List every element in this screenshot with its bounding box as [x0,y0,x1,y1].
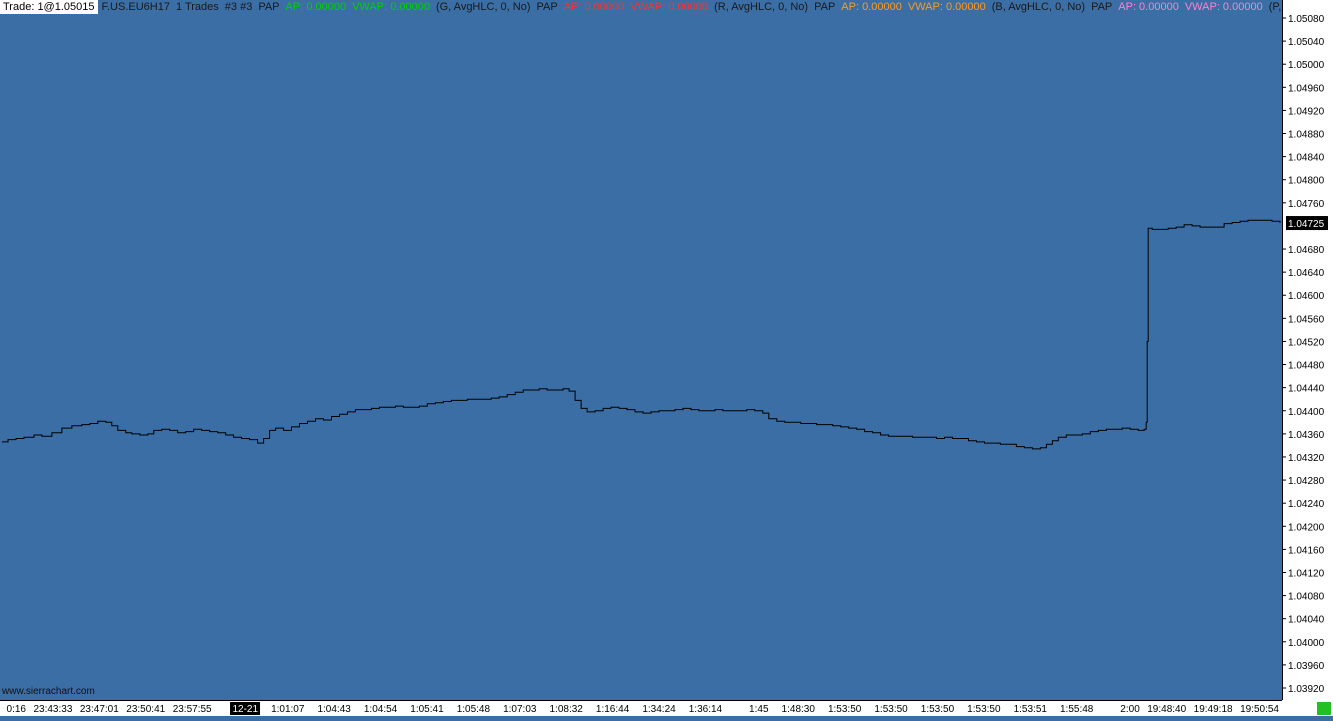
price-tick-label: 1.04080 [1288,592,1325,603]
last-price-label: 1.04725 [1288,219,1325,230]
time-tick-label: 1:04:43 [317,704,351,715]
price-tick-label: 1.03960 [1288,661,1325,672]
time-tick-label: 1:08:32 [550,704,584,715]
trade-label: Trade: 1@1.05015 [0,0,98,14]
time-tick-label: 1:45 [749,704,769,715]
time-axis-scale: 0:16 23:43:33 23:47:01 23:50:41 23:57:55 12-2… [0,700,1331,715]
price-tick-label: 1.04040 [1288,615,1325,626]
time-tick-label: 2:00 [1120,704,1140,715]
price-tick-label: 1.04200 [1288,522,1325,533]
time-tick-label: 1:16:44 [596,704,630,715]
time-tick-label: 1:53:50 [828,704,862,715]
time-axis[interactable]: 0:16 23:43:33 23:47:01 23:50:41 23:57:55 12-2… [0,700,1333,716]
price-series-line-0 [2,219,1281,450]
time-tick-label: 19:50:54 [1240,704,1279,715]
price-tick-label: 1.04400 [1288,407,1325,418]
chart-id: #3 #3 [224,1,253,13]
time-tick-label: 1:53:51 [1014,704,1048,715]
time-tick-label: 19:48:40 [1147,704,1186,715]
time-tick-label: 1:55:48 [1060,704,1094,715]
study-labels: PAP AP: 0.00000 VWAP: 0.00000 (G, AvgHLC, 0… [258,1,1282,13]
time-tick-label: 1:53:50 [874,704,908,715]
study-item-1: AP: 0.00000 [285,1,347,13]
price-tick-label: 1.04320 [1288,453,1325,464]
time-tick-label: 1:34:24 [642,704,676,715]
price-chart[interactable] [0,0,1282,700]
study-item-9: AP: 0.00000 [841,1,902,13]
price-tick-label: 1.04760 [1288,199,1325,210]
status-indicator [1317,702,1331,715]
price-tick-label: 1.04560 [1288,314,1325,325]
price-tick-label: 1.04840 [1288,153,1325,164]
price-tick-label: 1.04360 [1288,430,1325,441]
time-tick-label: 1:05:48 [457,704,491,715]
study-item-0: PAP [258,1,280,13]
study-item-7: (R, AvgHLC, 0, No) [714,1,809,13]
price-tick-label: 1.04160 [1288,545,1325,556]
time-tick-label: 23:50:41 [126,704,165,715]
price-tick-label: 1.04920 [1288,106,1325,117]
chart-header: Trade: 1@1.05015 F.US.EU6H17 1 Trades #3 #3… [0,0,1282,14]
symbol-label: F.US.EU6H17 [101,1,170,13]
study-item-4: PAP [536,1,558,13]
study-item-3: (G, AvgHLC, 0, No) [435,1,531,13]
study-item-8: PAP [814,1,836,13]
time-tick-label: 1:01:07 [271,704,305,715]
price-tick-label: 1.04600 [1288,291,1325,302]
price-axis[interactable]: 1.05080 1.05040 1.05000 1.04960 1.04920 1.048… [1282,0,1333,700]
price-tick-label: 1.05000 [1288,60,1325,71]
price-tick-label: 1.04680 [1288,245,1325,256]
price-tick-label: 1.04480 [1288,361,1325,372]
study-item-10: VWAP: 0.00000 [907,1,986,13]
price-tick-label: 1.04440 [1288,384,1325,395]
time-tick-label: 1:05:41 [410,704,444,715]
time-tick-label: 1:36:14 [689,704,723,715]
time-tick-label: 1:53:50 [967,704,1001,715]
study-item-11: (B, AvgHLC, 0, No) [991,1,1086,13]
price-tick-label: 1.04640 [1288,268,1325,279]
price-tick-label: 1.04960 [1288,83,1325,94]
time-tick-label: 23:43:33 [33,704,72,715]
time-tick-label: 23:57:55 [173,704,212,715]
study-item-15: (P, A [1268,1,1282,13]
time-tick-label: 1:07:03 [503,704,537,715]
study-item-6: VWAP: 0.00000 [630,1,709,13]
study-item-2: VWAP: 0.00000 [352,1,430,13]
date-marker-label: 12-21 [232,704,258,715]
study-item-12: PAP [1091,1,1113,13]
price-tick-label: 1.04240 [1288,499,1325,510]
study-item-13: AP: 0.00000 [1118,1,1179,13]
price-tick-label: 1.04520 [1288,337,1325,348]
price-tick-label: 1.04120 [1288,568,1325,579]
watermark: www.sierrachart.com [2,686,95,697]
price-tick-label: 1.03920 [1288,684,1325,695]
trades-count: 1 Trades [175,1,219,13]
study-item-14: VWAP: 0.00000 [1184,1,1263,13]
price-tick-label: 1.04280 [1288,476,1325,487]
time-tick-label: 19:49:18 [1194,704,1233,715]
time-tick-label: 0:16 [7,704,27,715]
price-tick-label: 1.05080 [1288,14,1325,25]
time-tick-label: 1:48:30 [782,704,816,715]
price-tick-label: 1.04000 [1288,638,1325,649]
time-tick-label: 23:47:01 [80,704,119,715]
price-tick-label: 1.04880 [1288,130,1325,141]
time-tick-label: 1:53:50 [921,704,955,715]
price-tick-label: 1.04800 [1288,176,1325,187]
chart-plot-area[interactable] [0,0,1282,700]
time-tick-label: 1:04:54 [364,704,398,715]
study-item-5: AP: 0.00000 [563,1,625,13]
price-tick-label: 1.05040 [1288,37,1325,48]
price-axis-scale: 1.05080 1.05040 1.05000 1.04960 1.04920 1.048… [1282,0,1328,700]
